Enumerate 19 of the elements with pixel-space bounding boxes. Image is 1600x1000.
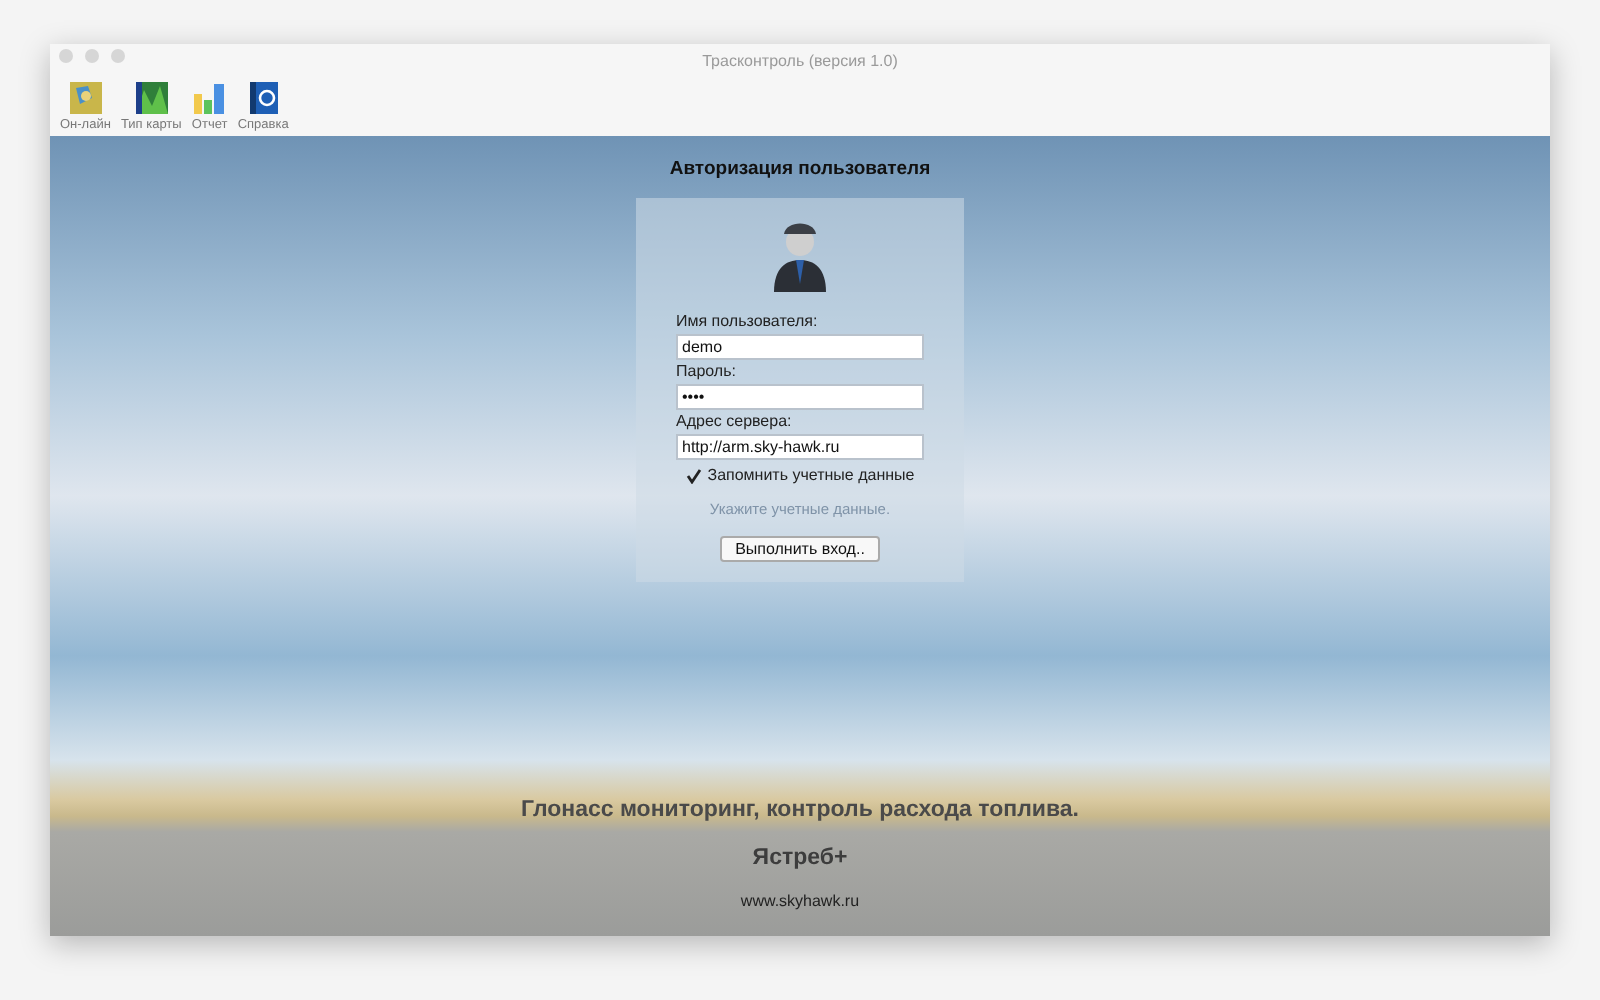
- field-label: Имя пользователя:: [676, 312, 820, 330]
- input-field[interactable]: demo: [676, 334, 924, 360]
- remember-checkbox[interactable]: Запомнить учетные данные: [676, 466, 924, 484]
- window-controls-icon[interactable]: [58, 48, 126, 64]
- bar-chart-icon: [191, 80, 228, 116]
- input-field[interactable]: http://arm.sky-hawk.ru: [676, 434, 924, 460]
- checkmark-icon: [685, 467, 702, 483]
- window-title: Трасконтроль (версия 1.0): [702, 51, 898, 69]
- login-title: Авторизация пользователя: [669, 158, 931, 180]
- brand-name: Ястреб+: [752, 846, 848, 870]
- website-link[interactable]: www.skyhawk.ru: [740, 892, 860, 910]
- field-label: Адрес сервера:: [676, 412, 794, 430]
- input-field[interactable]: ••••: [676, 384, 924, 410]
- login-button[interactable]: Выполнить вход..: [719, 536, 881, 562]
- slogan-text: Глонасс мониторинг, контроль расхода топлива.: [521, 798, 1079, 822]
- help-book-icon: [245, 80, 282, 116]
- terrain-map-icon: [133, 80, 170, 116]
- field-label: Пароль:: [676, 362, 738, 380]
- map-icon: [67, 80, 104, 116]
